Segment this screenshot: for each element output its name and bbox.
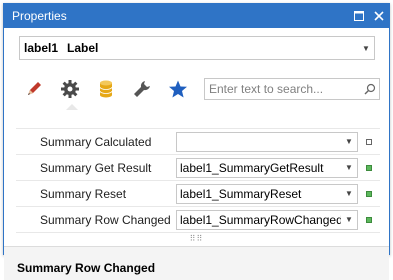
value-set-marker [366,164,372,171]
selected-object-name: label1 [24,41,59,55]
title-bar: Properties [4,4,389,28]
property-grid: Summary Calculated ▼ Summary Get Result … [16,128,380,233]
chevron-down-icon[interactable]: ▼ [341,137,357,146]
splitter-handle[interactable]: ⠿⠿ [4,235,389,243]
window-title: Properties [12,9,67,23]
close-button[interactable] [369,4,389,28]
property-marker[interactable] [358,216,380,223]
chevron-down-icon[interactable]: ▼ [341,163,357,172]
value-set-marker [366,190,372,197]
wrench-icon [134,81,150,97]
selected-object-type: Label [67,41,99,55]
property-marker[interactable] [358,164,380,171]
property-editor-dropdown[interactable]: label1_SummaryGetResult ▼ [176,157,358,178]
property-row-summary-row-changed: Summary Row Changed label1_SummaryRowCha… [16,207,380,233]
pencil-icon [28,82,41,95]
value-set-marker [366,216,372,223]
database-icon [99,80,113,98]
property-marker[interactable] [358,190,380,197]
property-label: Summary Row Changed [40,212,171,227]
description-title: Summary Row Changed [17,261,156,275]
property-label: Summary Calculated [40,134,152,149]
chevron-down-icon[interactable]: ▼ [358,44,374,53]
property-value: label1_SummaryReset [180,186,302,201]
chevron-down-icon[interactable]: ▼ [341,189,357,198]
property-value: label1_SummaryRowChanged [180,212,341,227]
tab-design[interactable] [124,74,160,104]
tab-favorites[interactable] [160,74,196,104]
chevron-down-icon[interactable]: ▼ [341,215,357,224]
tab-appearance[interactable] [16,74,52,104]
property-row-summary-calculated: Summary Calculated ▼ [16,129,380,155]
property-value: label1_SummaryGetResult [180,160,324,175]
properties-body: label1 Label ▼ Enter text to search... S… [4,28,389,280]
search-icon [364,83,376,95]
property-editor-dropdown[interactable]: ▼ [176,131,358,152]
tab-data[interactable] [88,74,124,104]
category-toolbar [16,72,380,110]
property-label: Summary Reset [40,186,127,201]
property-editor-dropdown[interactable]: label1_SummaryReset ▼ [176,183,358,204]
properties-window: Properties label1 Label ▼ Enter text to … [3,3,390,280]
property-editor-dropdown[interactable]: label1_SummaryRowChanged ▼ [176,209,358,230]
search-input[interactable] [209,82,361,96]
description-panel: Summary Row Changed [4,246,389,280]
property-row-summary-reset: Summary Reset label1_SummaryReset ▼ [16,181,380,207]
star-icon [169,80,187,98]
object-selector[interactable]: label1 Label ▼ [19,36,375,60]
property-label: Summary Get Result [40,160,152,175]
tab-behavior[interactable] [52,74,88,110]
value-default-marker [366,138,372,145]
pin-button[interactable] [349,4,369,28]
maximize-icon [354,11,364,21]
search-box[interactable] [204,78,380,100]
property-marker[interactable] [358,138,380,145]
gear-icon [61,80,79,98]
search-button[interactable] [361,83,379,95]
close-icon [374,11,384,21]
property-row-summary-get-result: Summary Get Result label1_SummaryGetResu… [16,155,380,181]
